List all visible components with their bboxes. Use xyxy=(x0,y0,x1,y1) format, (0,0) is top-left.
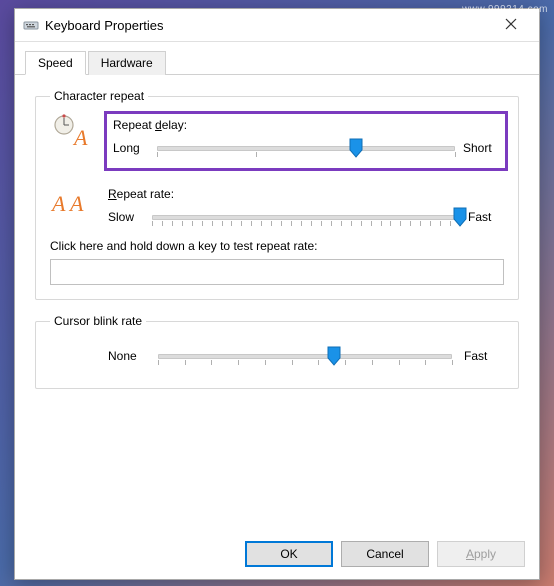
aa-icon: A A xyxy=(50,187,94,217)
repeat-rate-row: A A Repeat rate: Slow xyxy=(50,187,504,229)
watermark: www.999214.com xyxy=(462,4,548,15)
character-repeat-group: Character repeat A Repeat delay: xyxy=(35,89,519,300)
repeat-rate-slider-row: Slow Fast xyxy=(108,205,504,229)
repeat-delay-left-label: Long xyxy=(113,141,149,155)
svg-text:A: A xyxy=(50,191,66,216)
test-repeat-input[interactable] xyxy=(50,259,504,285)
svg-text:A: A xyxy=(72,125,88,149)
repeat-delay-slider[interactable] xyxy=(157,136,455,160)
repeat-rate-label: Repeat rate: xyxy=(108,187,504,201)
repeat-rate-slider[interactable] xyxy=(152,205,460,229)
window: Keyboard Properties Speed Hardware Chara… xyxy=(14,8,540,580)
repeat-delay-thumb[interactable] xyxy=(349,138,363,158)
window-title: Keyboard Properties xyxy=(45,18,491,33)
tab-speed[interactable]: Speed xyxy=(25,51,86,75)
repeat-delay-label: Repeat delay: xyxy=(113,118,499,132)
repeat-rate-left-label: Slow xyxy=(108,210,144,224)
dialog-buttons: OK Cancel Apply xyxy=(245,541,525,567)
cursor-blink-row: None Fast xyxy=(50,338,504,374)
cursor-blink-right-label: Fast xyxy=(464,349,502,363)
repeat-rate-right-label: Fast xyxy=(468,210,504,224)
repeat-delay-right-label: Short xyxy=(463,141,499,155)
repeat-delay-highlight: Repeat delay: Long Short xyxy=(104,111,508,171)
apply-label: Apply xyxy=(466,547,496,561)
repeat-delay-row: A Repeat delay: Long xyxy=(50,113,504,177)
clock-a-icon: A xyxy=(50,113,94,149)
titlebar: Keyboard Properties xyxy=(15,9,539,42)
cursor-blink-thumb[interactable] xyxy=(327,346,341,366)
cursor-blink-slider[interactable] xyxy=(158,344,452,368)
tab-strip: Speed Hardware xyxy=(15,42,539,75)
ok-button[interactable]: OK xyxy=(245,541,333,567)
svg-text:A: A xyxy=(68,191,84,216)
repeat-delay-slider-row: Long Short xyxy=(113,136,499,160)
cursor-blink-left-label: None xyxy=(108,349,146,363)
cancel-button[interactable]: Cancel xyxy=(341,541,429,567)
test-repeat-label: Click here and hold down a key to test r… xyxy=(50,239,504,253)
cursor-blink-legend: Cursor blink rate xyxy=(50,314,146,328)
tab-content: Character repeat A Repeat delay: xyxy=(15,75,539,413)
close-icon xyxy=(505,17,517,33)
cursor-blink-group: Cursor blink rate None Fast xyxy=(35,314,519,389)
apply-button: Apply xyxy=(437,541,525,567)
repeat-rate-thumb[interactable] xyxy=(453,207,467,227)
character-repeat-legend: Character repeat xyxy=(50,89,148,103)
close-button[interactable] xyxy=(491,11,531,39)
keyboard-icon xyxy=(23,17,39,33)
tab-hardware[interactable]: Hardware xyxy=(88,51,166,75)
